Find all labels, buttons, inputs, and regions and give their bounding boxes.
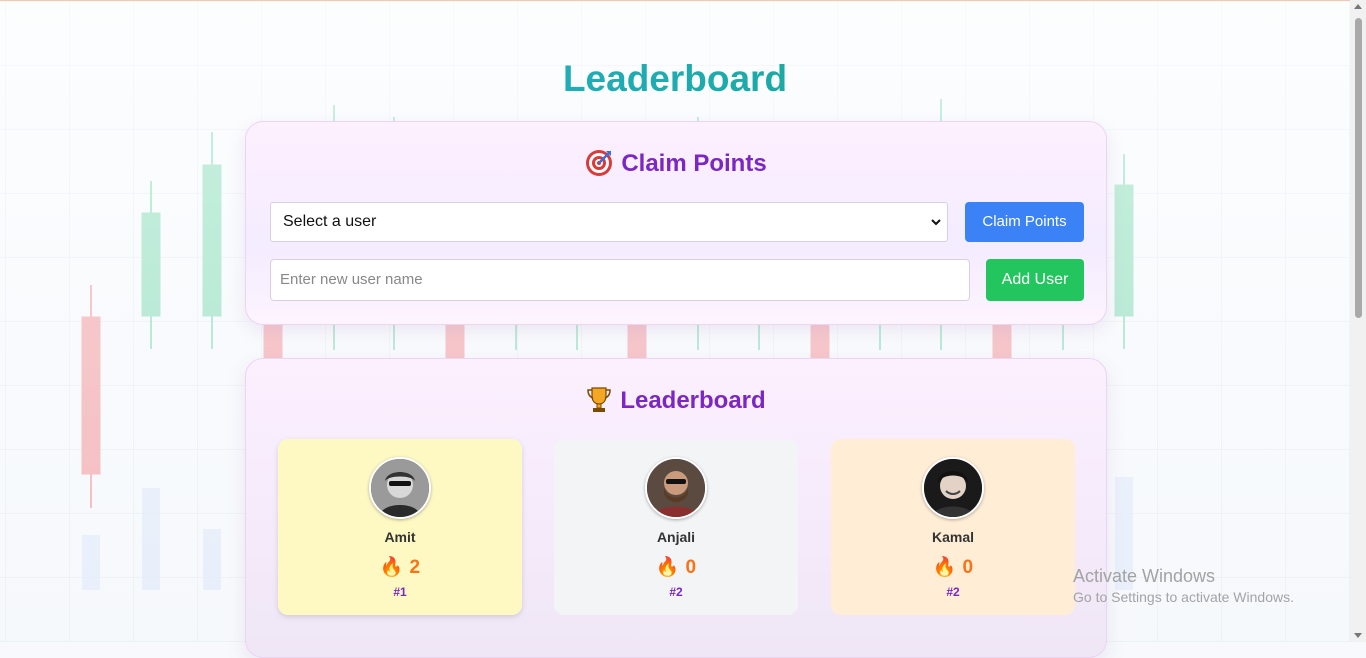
leaderboard-entry: Kamal 🔥 0 #2 (831, 439, 1075, 615)
watermark-subtitle: Go to Settings to activate Windows. (1073, 589, 1294, 605)
user-select-value: Select a user (283, 213, 377, 230)
player-name: Amit (384, 529, 416, 545)
leaderboard-entry: Anjali 🔥 0 #2 (554, 439, 798, 615)
player-score: 🔥 2 (278, 555, 522, 579)
player-name: Kamal (931, 529, 975, 545)
player-score: 🔥 0 (831, 555, 1075, 579)
vertical-scrollbar[interactable] (1350, 0, 1366, 642)
claim-points-card: Claim Points Select a user Claim Points … (245, 121, 1107, 325)
new-user-name-input[interactable]: Enter new user name (270, 259, 970, 301)
fire-icon: 🔥 (655, 557, 680, 578)
activate-windows-watermark: Activate Windows Go to Settings to activ… (1073, 566, 1294, 605)
fire-icon: 🔥 (932, 557, 957, 578)
scrollbar-thumb[interactable] (1355, 18, 1362, 318)
fire-icon: 🔥 (379, 557, 404, 578)
player-rank: #1 (393, 585, 407, 599)
top-border-line (0, 0, 1366, 1)
leaderboard-entry: Amit 🔥 2 #1 (278, 439, 522, 615)
page-title: Leaderboard (0, 58, 1350, 100)
player-rank: #2 (946, 585, 960, 599)
watermark-title: Activate Windows (1073, 566, 1216, 586)
player-rank: #2 (669, 585, 683, 599)
leaderboard-heading: Leaderboard (246, 386, 1106, 415)
claim-points-button[interactable]: Claim Points (965, 202, 1084, 242)
avatar (922, 457, 984, 519)
claim-points-title: Claim Points (621, 150, 767, 177)
player-points: 0 (685, 557, 697, 578)
leaderboard-card: Leaderboard Amit 🔥 2 #1 Anjali 🔥 0 #2 Ka… (245, 358, 1107, 658)
claim-points-heading: Claim Points (246, 149, 1106, 178)
player-points: 2 (409, 557, 421, 578)
avatar (369, 457, 431, 519)
leaderboard-title: Leaderboard (620, 387, 766, 414)
add-user-button[interactable]: Add User (986, 259, 1084, 301)
trophy-icon (587, 387, 612, 412)
avatar (645, 457, 707, 519)
user-select[interactable]: Select a user (270, 202, 948, 242)
target-icon (586, 150, 613, 176)
player-score: 🔥 0 (554, 555, 798, 579)
chevron-down-icon (931, 219, 941, 226)
scroll-down-icon[interactable] (1354, 633, 1362, 638)
scroll-up-icon[interactable] (1354, 4, 1362, 9)
player-name: Anjali (656, 529, 696, 545)
player-points: 0 (962, 557, 974, 578)
